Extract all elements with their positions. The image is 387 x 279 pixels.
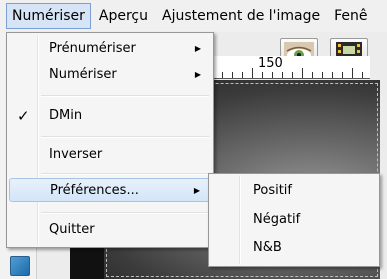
submenu-item-negatif[interactable]: Négatif <box>211 208 377 232</box>
menu-item-label: Quitter <box>49 222 95 237</box>
menu-item-preferences[interactable]: Préférences... ▶ <box>9 178 211 202</box>
menu-item-inverser[interactable]: Inverser <box>9 143 211 167</box>
horizontal-ruler <box>210 56 370 79</box>
menu-item-quitter[interactable]: Quitter <box>9 218 211 242</box>
menu-item-label: DMin <box>49 108 83 123</box>
menu-item-numeriser[interactable]: Numériser ▶ <box>9 63 211 87</box>
menu-separator <box>41 95 209 97</box>
submenu-item-label: Positif <box>253 183 292 198</box>
submenu-item-nb[interactable]: N&B <box>211 236 377 260</box>
submenu-arrow-icon: ▶ <box>194 44 201 53</box>
submenu-item-label: N&B <box>253 240 282 255</box>
menu-numeriser[interactable]: Numériser <box>6 3 91 29</box>
numeriser-menu: Prénumériser ▶ Numériser ▶ ✓ DMin Invers… <box>6 32 214 248</box>
submenu-arrow-icon: ▶ <box>193 186 200 195</box>
submenu-item-label: Négatif <box>253 212 301 227</box>
menu-fenetre[interactable]: Fenê <box>328 3 373 29</box>
menu-item-label: Prénumériser <box>49 41 136 56</box>
checkmark-icon: ✓ <box>17 107 30 125</box>
menu-separator <box>41 212 209 214</box>
menu-item-dmin[interactable]: ✓ DMin <box>9 104 211 128</box>
tool-icon[interactable] <box>10 256 30 276</box>
ruler-label: 150 <box>258 56 283 71</box>
menu-bar: Numériser Aperçu Ajustement de l'image F… <box>0 0 387 32</box>
preferences-submenu: Positif Négatif N&B <box>208 173 380 267</box>
menu-separator <box>41 136 209 138</box>
menu-apercu[interactable]: Aperçu <box>93 3 154 29</box>
menu-item-prenumeriser[interactable]: Prénumériser ▶ <box>9 37 211 61</box>
menu-item-label: Préférences... <box>50 183 139 198</box>
menu-item-label: Inverser <box>49 147 103 162</box>
menu-separator <box>41 173 209 175</box>
submenu-item-positif[interactable]: Positif <box>211 179 377 203</box>
submenu-arrow-icon: ▶ <box>194 70 201 79</box>
menu-ajustement-image[interactable]: Ajustement de l'image <box>156 3 326 29</box>
menu-item-label: Numériser <box>49 67 117 82</box>
